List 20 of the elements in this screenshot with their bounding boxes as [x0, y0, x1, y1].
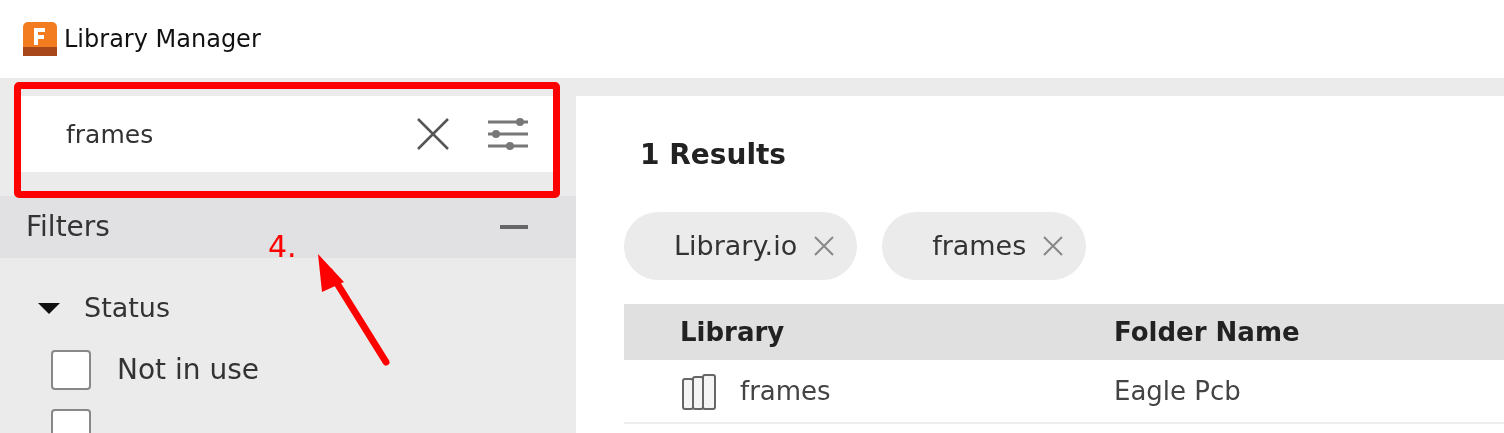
remove-icon[interactable]	[1042, 235, 1065, 257]
filter-settings-icon[interactable]	[486, 117, 530, 151]
folder-cell-text: Eagle Pcb	[1114, 374, 1241, 408]
filter-chip[interactable]: Library.io	[624, 212, 858, 280]
annotation-label: 4.	[268, 228, 297, 266]
filter-group-label[interactable]: Status	[84, 288, 171, 329]
clear-icon[interactable]	[416, 117, 450, 151]
app-logo-icon	[22, 21, 58, 57]
column-header[interactable]: Library	[680, 312, 785, 352]
library-cell[interactable]: frames	[740, 371, 831, 411]
remove-icon[interactable]	[813, 235, 836, 257]
filter-chip[interactable]: frames	[882, 212, 1087, 280]
checkbox[interactable]	[51, 349, 91, 390]
checkbox-label[interactable]: Not in use	[117, 348, 259, 391]
expand-triangle-icon[interactable]	[38, 302, 60, 314]
column-header[interactable]: Folder Name	[1114, 316, 1300, 347]
search-field[interactable]: frames	[20, 96, 556, 172]
window-title: Library Manager	[64, 24, 261, 55]
results-count: 1 Results	[640, 137, 788, 173]
filters-heading: Filters	[26, 209, 110, 245]
